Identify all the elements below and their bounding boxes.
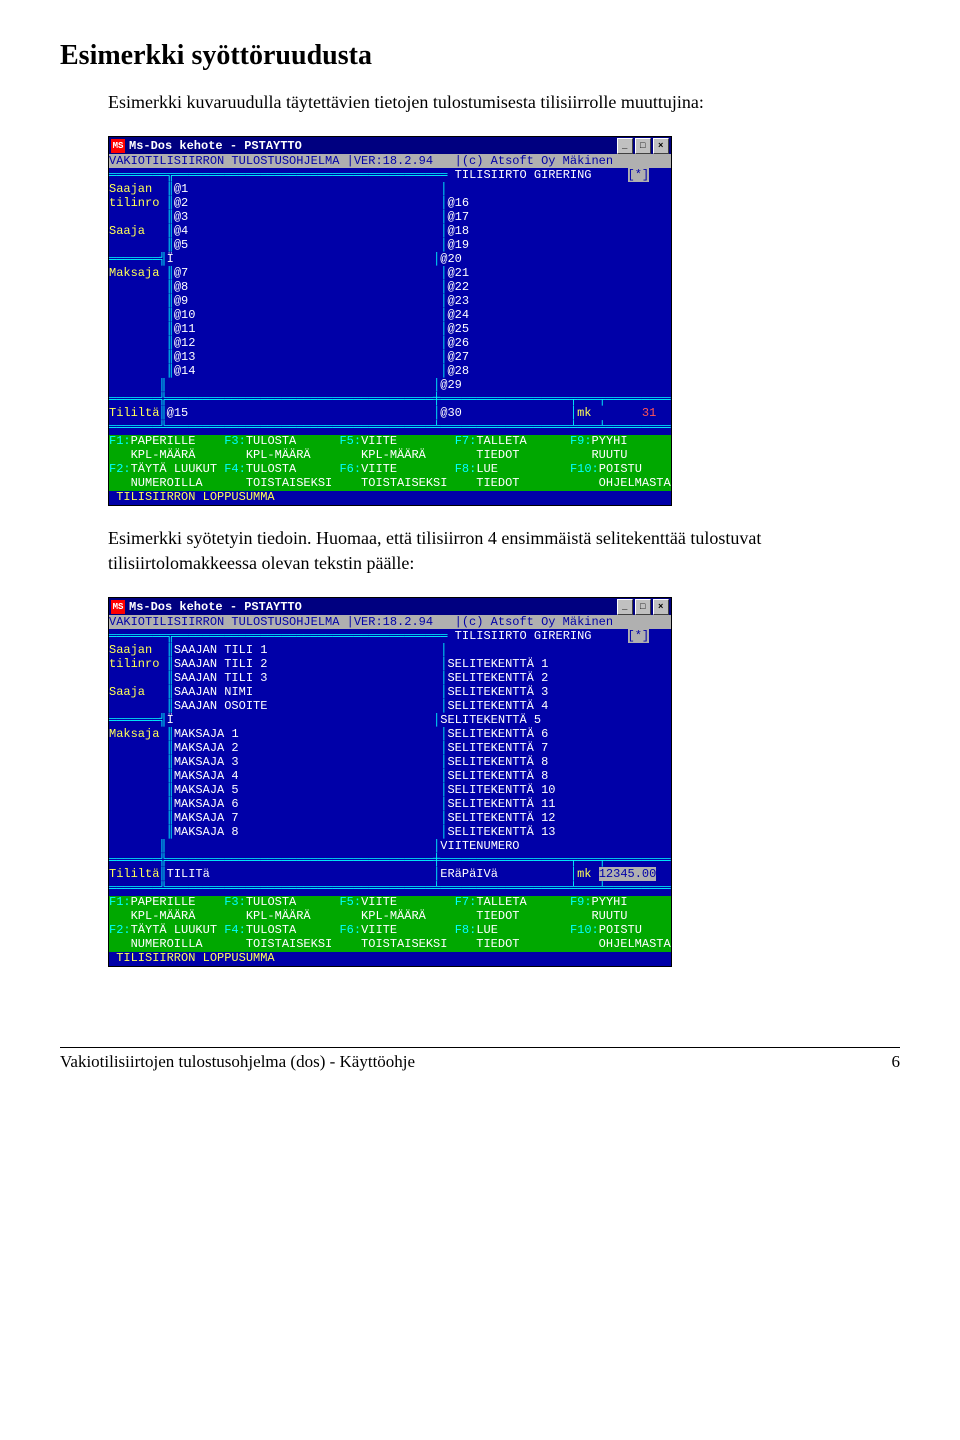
page-footer: Vakiotilisiirtojen tulostusohjelma (dos)… [60,1052,900,1072]
titlebar-2: MS Ms-Dos kehote - PSTAYTTO _ □ × [109,598,671,616]
minimize-button[interactable]: _ [617,138,633,154]
intro-text-2: Esimerkki syötetyin tiedoin. Huomaa, ett… [108,526,900,575]
dos-screen-1: VAKIOTILISIIRRON TULOSTUSOHJELMA |VER:18… [109,155,671,505]
window-title-2: Ms-Dos kehote - PSTAYTTO [129,600,617,614]
close-button[interactable]: × [653,138,669,154]
maximize-button[interactable]: □ [635,138,651,154]
titlebar: MS Ms-Dos kehote - PSTAYTTO _ □ × [109,137,671,155]
window-icon: MS [111,600,125,614]
dos-window-1: MS Ms-Dos kehote - PSTAYTTO _ □ × VAKIOT… [108,136,672,506]
dos-window-2: MS Ms-Dos kehote - PSTAYTTO _ □ × VAKIOT… [108,597,672,967]
page-number: 6 [892,1052,901,1072]
footer-text: Vakiotilisiirtojen tulostusohjelma (dos)… [60,1052,415,1072]
intro-text-1: Esimerkki kuvaruudulla täytettävien tiet… [108,90,900,114]
minimize-button[interactable]: _ [617,599,633,615]
window-title: Ms-Dos kehote - PSTAYTTO [129,139,617,153]
footer-divider [60,1047,900,1048]
page-heading: Esimerkki syöttöruudusta [60,40,900,72]
close-button[interactable]: × [653,599,669,615]
window-icon: MS [111,139,125,153]
maximize-button[interactable]: □ [635,599,651,615]
dos-screen-2: VAKIOTILISIIRRON TULOSTUSOHJELMA |VER:18… [109,616,671,966]
